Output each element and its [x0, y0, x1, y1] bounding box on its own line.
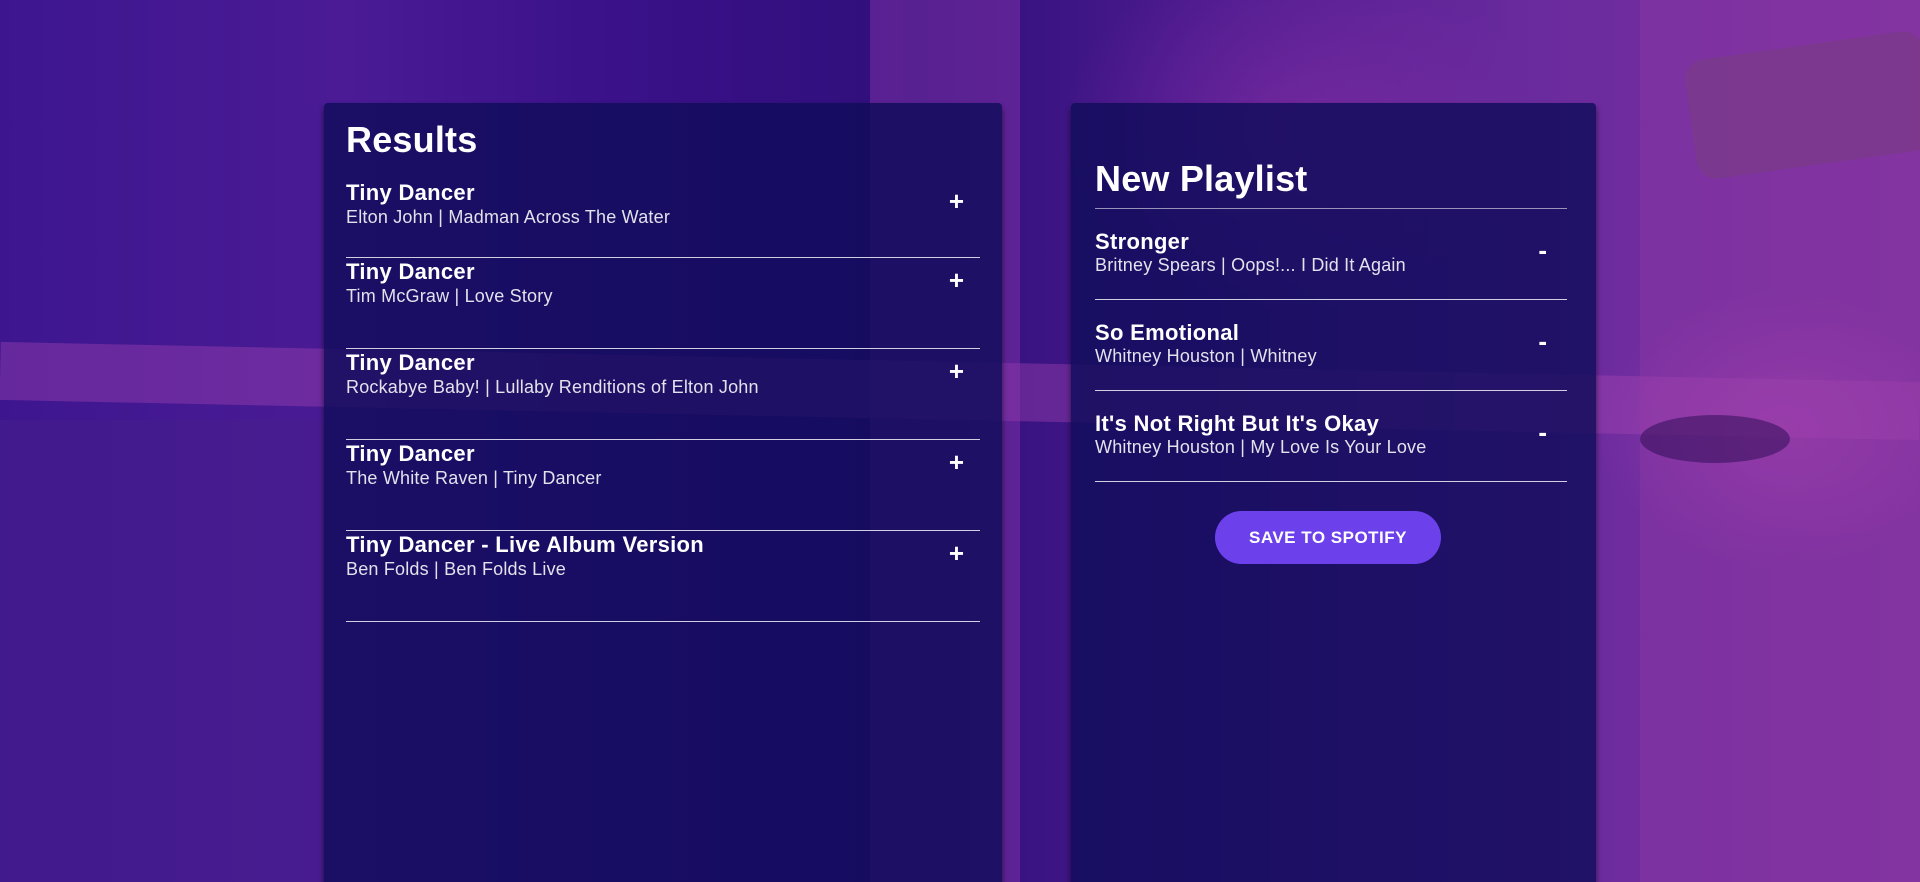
track-artist-album: The White Raven | Tiny Dancer [346, 468, 602, 488]
track-artist-album: Rockabye Baby! | Lullaby Renditions of E… [346, 377, 759, 397]
track-name: Stronger [1095, 229, 1190, 254]
track-name: It's Not Right But It's Okay [1095, 411, 1380, 436]
add-track-button[interactable]: + [943, 447, 970, 477]
track-name: Tiny Dancer - Live Album Version [346, 532, 705, 557]
track-item: So Emotional Whitney Houston | Whitney - [1095, 300, 1567, 391]
track-name: Tiny Dancer [346, 350, 475, 375]
playlist-panel: New Playlist Stronger Britney Spears | O… [1071, 103, 1596, 882]
remove-track-button[interactable]: - [1532, 235, 1553, 265]
track-item: Tiny Dancer Elton John | Madman Across T… [346, 179, 980, 258]
results-track-list: Tiny Dancer Elton John | Madman Across T… [346, 179, 980, 622]
track-item: Tiny Dancer Tim McGraw | Love Story + [346, 258, 980, 349]
track-artist-album: Whitney Houston | Whitney [1095, 346, 1317, 366]
add-track-button[interactable]: + [943, 356, 970, 386]
track-item: Stronger Britney Spears | Oops!... I Did… [1095, 209, 1567, 300]
track-name: Tiny Dancer [346, 441, 475, 466]
track-artist-album: Tim McGraw | Love Story [346, 286, 553, 306]
background-eye [1640, 415, 1790, 463]
track-name: Tiny Dancer [346, 180, 475, 205]
track-item: Tiny Dancer The White Raven | Tiny Dance… [346, 440, 980, 531]
results-title: Results [346, 119, 478, 160]
track-name: Tiny Dancer [346, 259, 475, 284]
search-results-panel: Results Tiny Dancer Elton John | Madman … [324, 103, 1002, 882]
track-artist-album: Ben Folds | Ben Folds Live [346, 559, 566, 579]
track-item: It's Not Right But It's Okay Whitney Hou… [1095, 391, 1567, 482]
track-artist-album: Elton John | Madman Across The Water [346, 207, 671, 227]
track-artist-album: Britney Spears | Oops!... I Did It Again [1095, 255, 1406, 275]
playlist-name-input[interactable]: New Playlist [1095, 158, 1567, 209]
track-item: Tiny Dancer Rockabye Baby! | Lullaby Ren… [346, 349, 980, 440]
add-track-button[interactable]: + [943, 538, 970, 568]
add-track-button[interactable]: + [943, 186, 970, 216]
background-stripe [0, 420, 330, 882]
remove-track-button[interactable]: - [1532, 326, 1553, 356]
remove-track-button[interactable]: - [1532, 417, 1553, 447]
save-to-spotify-button[interactable]: SAVE TO SPOTIFY [1215, 511, 1441, 564]
add-track-button[interactable]: + [943, 265, 970, 295]
playlist-track-list: Stronger Britney Spears | Oops!... I Did… [1095, 209, 1567, 482]
track-artist-album: Whitney Houston | My Love Is Your Love [1095, 437, 1427, 457]
track-name: So Emotional [1095, 320, 1240, 345]
track-item: Tiny Dancer - Live Album Version Ben Fol… [346, 531, 980, 622]
